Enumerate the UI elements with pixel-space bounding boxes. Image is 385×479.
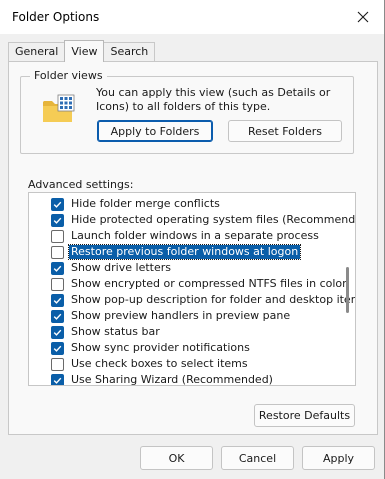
settings-item-label: Show preview handlers in preview pane (71, 309, 291, 322)
advanced-settings-list[interactable]: Hide folder merge conflicts Hide protecte… (28, 192, 356, 386)
checkbox-checked[interactable] (51, 341, 64, 355)
checkmark-icon (53, 377, 62, 384)
settings-item-label: Show encrypted or compressed NTFS files … (71, 277, 347, 290)
window-title: Folder Options (12, 10, 100, 24)
settings-item-label: Launch folder windows in a separate proc… (71, 229, 319, 242)
settings-item[interactable]: Show encrypted or compressed NTFS files … (29, 276, 347, 292)
folder-views-label: Folder views (30, 69, 107, 82)
checkmark-icon (53, 265, 62, 272)
apply-to-folders-button[interactable]: Apply to Folders (97, 120, 213, 142)
settings-item-label: Show drive letters (71, 261, 171, 274)
checkmark-icon (53, 313, 62, 320)
checkbox-checked[interactable] (51, 309, 64, 323)
settings-item-label: Use check boxes to select items (71, 357, 248, 370)
scrollbar-thumb[interactable] (346, 267, 349, 313)
folder-view-icon (43, 94, 75, 122)
settings-item[interactable]: Use check boxes to select items (29, 356, 339, 372)
title-bar: Folder Options (0, 0, 384, 34)
checkbox-checked[interactable] (51, 293, 64, 307)
apply-button[interactable]: Apply (302, 446, 375, 470)
checkbox-checked[interactable] (51, 373, 64, 385)
checkbox-checked[interactable] (51, 325, 64, 339)
settings-item[interactable]: Launch folder windows in a separate proc… (29, 228, 339, 244)
close-button[interactable] (348, 4, 378, 30)
folder-views-description: You can apply this view (such as Details… (96, 86, 331, 113)
settings-item-label: Show pop-up description for folder and d… (71, 293, 356, 306)
checkbox-checked[interactable] (51, 261, 64, 275)
checkbox-checked[interactable] (51, 197, 64, 211)
settings-item[interactable]: Hide folder merge conflicts (29, 196, 339, 212)
advanced-settings-label: Advanced settings: (28, 178, 134, 191)
checkmark-icon (53, 345, 62, 352)
checkmark-icon (53, 217, 62, 224)
settings-item-label: Use Sharing Wizard (Recommended) (71, 373, 273, 386)
tab-strip: General View Search (8, 40, 156, 62)
settings-item[interactable]: Show sync provider notifications (29, 340, 339, 356)
settings-item[interactable]: Use Sharing Wizard (Recommended) (29, 372, 339, 386)
checkbox-unchecked[interactable] (51, 245, 64, 259)
tab-search[interactable]: Search (103, 42, 156, 62)
settings-item-label: Show status bar (71, 325, 160, 338)
settings-item[interactable]: Hide protected operating system files (R… (29, 212, 355, 228)
settings-item-label: Hide folder merge conflicts (71, 197, 220, 210)
folder-options-dialog: Folder Options General View Search Folde… (0, 0, 385, 479)
settings-item-label: Hide protected operating system files (R… (71, 213, 356, 226)
checkbox-unchecked[interactable] (51, 357, 64, 371)
ok-button[interactable]: OK (140, 446, 213, 470)
checkmark-icon (53, 329, 62, 336)
checkmark-icon (53, 297, 62, 304)
checkbox-unchecked[interactable] (51, 277, 64, 291)
settings-item-label: Show sync provider notifications (71, 341, 250, 354)
settings-item[interactable]: Show status bar (29, 324, 339, 340)
settings-item[interactable]: Show pop-up description for folder and d… (29, 292, 355, 308)
checkbox-unchecked[interactable] (51, 229, 64, 243)
checkmark-icon (53, 201, 62, 208)
reset-folders-button[interactable]: Reset Folders (228, 120, 342, 142)
restore-defaults-button[interactable]: Restore Defaults (254, 404, 355, 427)
settings-item[interactable]: Restore previous folder windows at logon (29, 244, 339, 260)
settings-item-label: Restore previous folder windows at logon (67, 244, 302, 260)
tab-general[interactable]: General (8, 42, 66, 62)
tab-view[interactable]: View (64, 40, 105, 62)
settings-item[interactable]: Show drive letters (29, 260, 339, 276)
checkbox-checked[interactable] (51, 213, 64, 227)
cancel-button[interactable]: Cancel (221, 446, 294, 470)
close-icon (357, 11, 369, 23)
settings-item[interactable]: Show preview handlers in preview pane (29, 308, 339, 324)
